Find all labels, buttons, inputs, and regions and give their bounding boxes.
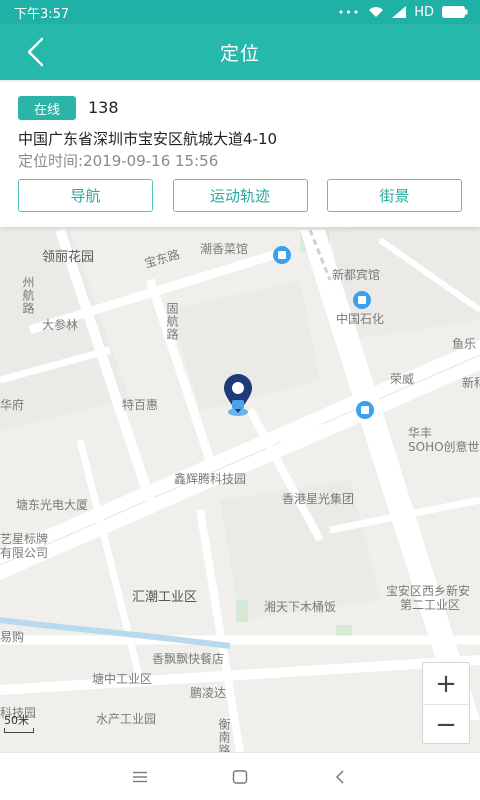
map-label: 香飘飘快餐店 (152, 652, 225, 666)
locate-time-label: 定位时间: (18, 152, 84, 170)
back-button[interactable] (18, 35, 52, 69)
zoom-in-button[interactable]: + (423, 663, 469, 704)
map-label: 新科 (462, 376, 480, 390)
device-id: 138 (88, 98, 119, 117)
map-label: 潮香菜馆 (200, 242, 249, 256)
map-label: 大参林 (42, 318, 79, 332)
map-label: 衡南路 (217, 718, 231, 752)
home-button[interactable] (220, 757, 260, 797)
app-header: 定位 (0, 24, 480, 80)
battery-icon (442, 6, 468, 18)
chevron-left-icon (335, 769, 344, 784)
locate-time-value: 2019-09-16 15:56 (83, 152, 219, 170)
map-label: 易购 (0, 630, 25, 644)
map-label: 中国石化 (336, 312, 385, 326)
map-label: 华府 (0, 398, 25, 412)
scale-bar (4, 728, 34, 733)
map-label: 汇潮工业区 (132, 590, 198, 605)
locate-time: 定位时间:2019-09-16 15:56 (18, 150, 218, 171)
notification-dots: ••• (337, 5, 361, 19)
status-bar: 下午3:57 ••• HD (0, 0, 480, 24)
map-label: 第二工业区 (400, 598, 461, 612)
map-label: 州航路 (21, 276, 35, 315)
menu-button[interactable] (120, 757, 160, 797)
page-title: 定位 (219, 42, 260, 65)
track-button[interactable]: 运动轨迹 (172, 179, 308, 212)
map-label: 鹏凌达 (190, 686, 227, 700)
zoom-controls: + − (422, 662, 470, 744)
system-back-button[interactable] (320, 757, 360, 797)
map-label: 鑫辉腾科技园 (174, 472, 247, 486)
map-label: 新都宾馆 (332, 268, 381, 282)
device-info-card: 在线 138 中国广东省深圳市宝安区航城大道4-10 定位时间:2019-09-… (0, 82, 480, 227)
menu-icon (133, 771, 147, 782)
network-type: HD (414, 4, 434, 20)
map-label: 塘中工业区 (92, 672, 153, 686)
navigate-button[interactable]: 导航 (18, 179, 153, 212)
map-label: 特百惠 (122, 398, 159, 412)
map-scale: 50米 (4, 712, 34, 733)
signal-icon (392, 6, 407, 18)
scale-text: 50米 (4, 714, 29, 727)
home-square-icon (232, 769, 248, 784)
back-arrow-icon (27, 37, 44, 67)
street-view-button[interactable]: 街景 (327, 179, 462, 212)
map-label: 荣威 (390, 372, 415, 386)
map-label: 香港星光集团 (282, 492, 355, 506)
map-label: 湘天下木桶饭 (264, 600, 337, 614)
wifi-icon (369, 7, 384, 17)
map-label: 塘东光电大厦 (16, 498, 89, 512)
system-nav-bar (0, 752, 480, 800)
status-time: 下午3:57 (14, 6, 70, 22)
map-label: 有限公司 (0, 546, 49, 560)
status-badge: 在线 (18, 96, 76, 120)
map-label: SOHO创意世 (408, 440, 480, 454)
zoom-out-button[interactable]: − (423, 704, 469, 745)
map-label: 水产工业园 (96, 712, 157, 726)
status-icons: ••• HD (338, 5, 468, 20)
card-actions: 导航 运动轨迹 街景 (18, 179, 462, 212)
map-label: 鱼乐 (452, 337, 477, 351)
device-address: 中国广东省深圳市宝安区航城大道4-10 (18, 130, 278, 148)
map-label: 领丽花园 (42, 250, 95, 265)
map-label: 固航路 (165, 302, 179, 341)
